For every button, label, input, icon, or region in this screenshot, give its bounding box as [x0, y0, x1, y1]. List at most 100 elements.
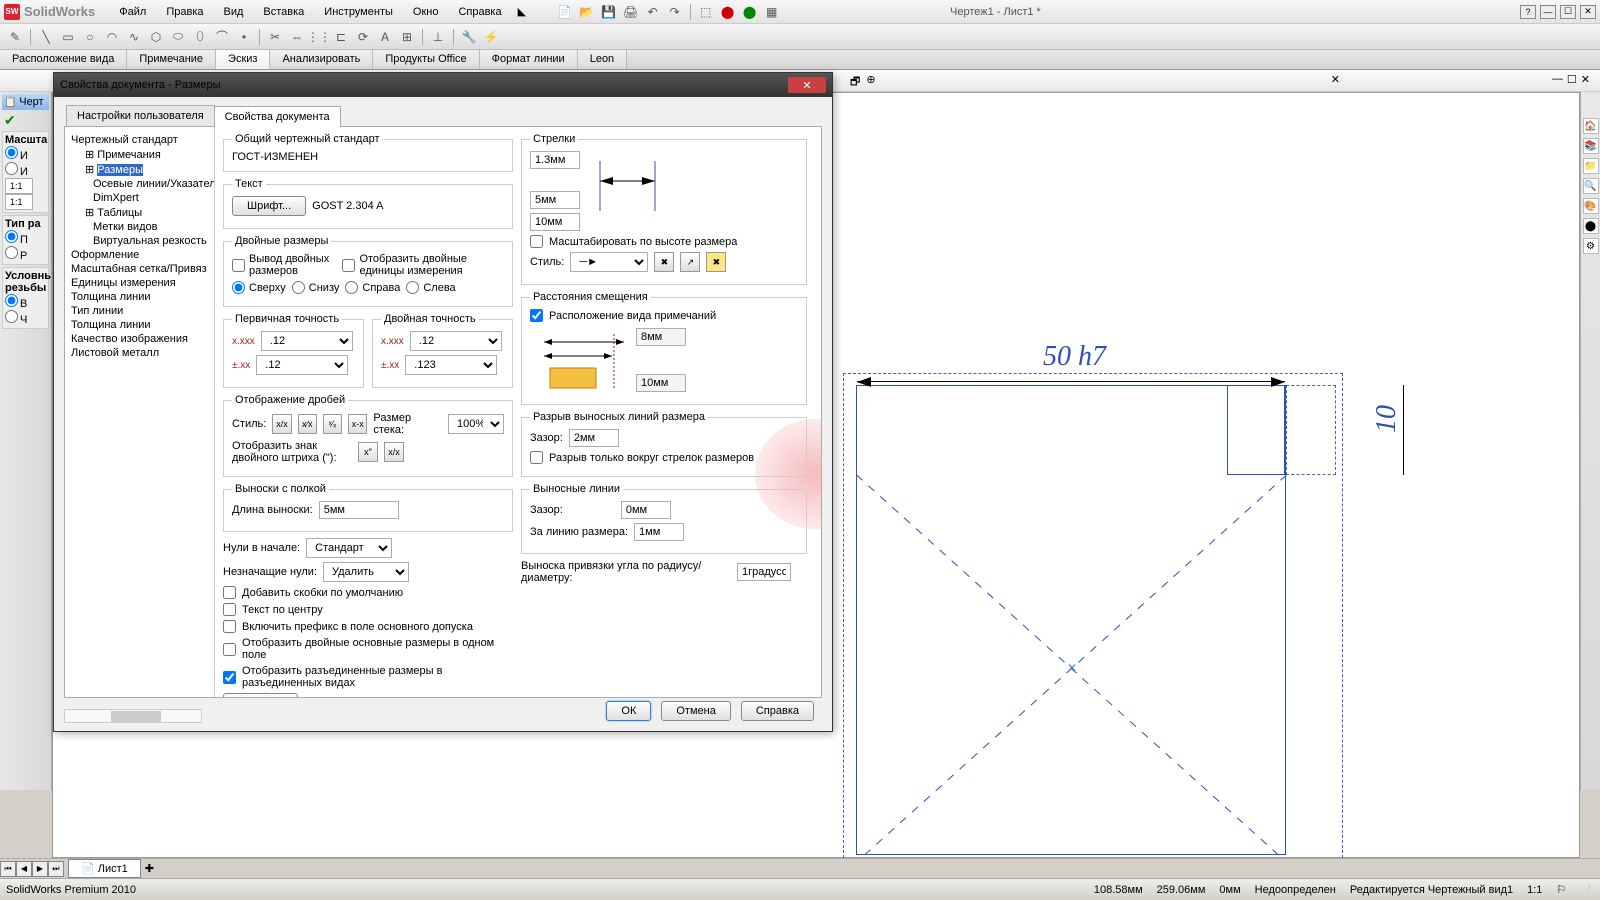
cb-dual-one[interactable]: Отобразить двойные основные размеры в од…: [223, 637, 513, 661]
quick-icon[interactable]: ⚡: [482, 28, 500, 46]
tree-dimxpert[interactable]: DimXpert: [65, 191, 214, 205]
draft-radio[interactable]: Ч: [5, 310, 46, 326]
menu-view[interactable]: Вид: [216, 3, 252, 21]
dual-units-cb[interactable]: Отобразить двойные единицы измерения: [342, 253, 504, 277]
appearance-icon[interactable]: ⬤: [1583, 218, 1599, 234]
arrow-opt3-icon[interactable]: ✖: [706, 252, 726, 272]
slot-icon[interactable]: ⬭: [169, 28, 187, 46]
tree-sheetmetal[interactable]: Листовой металл: [65, 346, 214, 360]
exit-sketch-icon[interactable]: ✎: [6, 28, 24, 46]
stack-select[interactable]: 100%: [448, 414, 504, 434]
undo-icon[interactable]: ↶: [644, 3, 662, 21]
tolerance-button[interactable]: Допуск...: [223, 693, 298, 697]
proj-radio[interactable]: П: [5, 230, 46, 246]
pos-right[interactable]: Справа: [345, 281, 400, 294]
pos-bottom[interactable]: Снизу: [292, 281, 340, 294]
dual-tol-select[interactable]: .123: [405, 355, 497, 375]
trail-zero-select[interactable]: Удалить: [323, 562, 409, 582]
tree-std[interactable]: Чертежный стандарт: [65, 133, 214, 147]
tab-doc-props[interactable]: Свойства документа: [214, 106, 341, 127]
rebuild-icon[interactable]: ⬤: [719, 3, 737, 21]
tab-evaluate[interactable]: Анализировать: [270, 50, 373, 69]
convert-icon[interactable]: ⟳: [354, 28, 372, 46]
repair-icon[interactable]: 🔧: [460, 28, 478, 46]
relation-icon[interactable]: ⊥: [429, 28, 447, 46]
ext-gap-input[interactable]: [621, 501, 671, 519]
text-icon[interactable]: A: [376, 28, 394, 46]
menu-file[interactable]: Файл: [111, 3, 154, 21]
status-flag-icon[interactable]: ⚐: [1556, 883, 1566, 896]
cb-split[interactable]: Отобразить разъединенные размеры в разъе…: [223, 665, 513, 689]
tree-detailing[interactable]: Оформление: [65, 248, 214, 262]
tree-linetype[interactable]: Тип линии: [65, 304, 214, 318]
spline-icon[interactable]: ∿: [125, 28, 143, 46]
tree-grid[interactable]: Масштабная сетка/Привяз: [65, 262, 214, 276]
break-gap-input[interactable]: [569, 429, 619, 447]
prev-icon[interactable]: ◀: [16, 861, 32, 877]
radial-input[interactable]: [737, 563, 791, 581]
cb-break-arrows[interactable]: Разрыв только вокруг стрелок размеров: [530, 451, 798, 464]
lead-zero-select[interactable]: Стандарт: [306, 538, 392, 558]
tab-lineformat[interactable]: Формат линии: [480, 50, 578, 69]
tree-imgqual[interactable]: Качество изображения: [65, 332, 214, 346]
status-help-icon[interactable]: ❔: [1580, 883, 1594, 896]
close-btn[interactable]: ✕: [1580, 5, 1596, 19]
arrow-opt1-icon[interactable]: ✖: [654, 252, 674, 272]
tab-annotate[interactable]: Примечание: [127, 50, 216, 69]
tree-linew1[interactable]: Толщина линии: [65, 290, 214, 304]
polygon-icon[interactable]: ⬡: [147, 28, 165, 46]
cb-scale-height[interactable]: Масштабировать по высоте размера: [530, 235, 798, 248]
prime2-icon[interactable]: x/x: [384, 442, 404, 462]
frac-style4-icon[interactable]: x-x: [348, 414, 367, 434]
view-shaded-icon[interactable]: 🗗: [850, 73, 860, 92]
arc-icon[interactable]: ◠: [103, 28, 121, 46]
dialog-close-icon[interactable]: ✕: [788, 77, 826, 93]
cb-center[interactable]: Текст по центру: [223, 603, 513, 616]
pos-left[interactable]: Слева: [406, 281, 455, 294]
trim-icon[interactable]: ✂: [266, 28, 284, 46]
ok-icon[interactable]: ✔: [4, 112, 47, 129]
ellipse-icon[interactable]: ⬯: [191, 28, 209, 46]
pos-top[interactable]: Сверху: [232, 281, 286, 294]
help-btn[interactable]: ?: [1520, 5, 1536, 19]
library-icon[interactable]: 📚: [1583, 138, 1599, 154]
redo-icon[interactable]: ↷: [666, 3, 684, 21]
ok-button[interactable]: ОК: [606, 701, 651, 721]
menu-edit[interactable]: Правка: [158, 3, 211, 21]
iso-radio2[interactable]: И: [5, 162, 46, 178]
custom-icon[interactable]: ⚙: [1583, 238, 1599, 254]
cancel-button[interactable]: Отмена: [661, 701, 730, 721]
pattern-icon[interactable]: ⋮⋮: [310, 28, 328, 46]
leader-len-input[interactable]: [319, 501, 399, 519]
arrow-2-input[interactable]: [530, 191, 580, 209]
settings-tree[interactable]: Чертежный стандарт ⊞ Примечания ⊞ Размер…: [65, 127, 215, 697]
tab-layout[interactable]: Расположение вида: [0, 50, 127, 69]
tree-viewlabels[interactable]: Метки видов: [65, 220, 214, 234]
sheet-tab[interactable]: 📄 Лист1: [68, 859, 141, 878]
tree-center[interactable]: Осевые линии/Указател: [65, 177, 214, 191]
tab-office[interactable]: Продукты Office: [373, 50, 479, 69]
real-radio[interactable]: Р: [5, 246, 46, 262]
cb-prefix[interactable]: Включить префикс в поле основного допуск…: [223, 620, 513, 633]
add-sheet-icon[interactable]: ✚: [145, 862, 154, 875]
fillet-icon[interactable]: ⌒: [213, 28, 231, 46]
search-icon[interactable]: 🔍: [1583, 178, 1599, 194]
tab-leon[interactable]: Leon: [578, 50, 627, 69]
print-icon[interactable]: 🖨: [622, 3, 640, 21]
frac-style3-icon[interactable]: ˣ⁄ₓ: [323, 414, 342, 434]
frac-style1-icon[interactable]: x/x: [272, 414, 291, 434]
prime1-icon[interactable]: x″: [358, 442, 378, 462]
prim-unit-select[interactable]: .12: [261, 331, 353, 351]
save-icon[interactable]: 💾: [600, 3, 618, 21]
dual-unit-select[interactable]: .12: [410, 331, 502, 351]
view-wire-icon[interactable]: ⊕: [866, 73, 875, 92]
cb-annotation-layout[interactable]: Расположение вида примечаний: [530, 309, 798, 322]
first-icon[interactable]: ⏮: [0, 861, 16, 877]
new-icon[interactable]: 📄: [556, 3, 574, 21]
menu-insert[interactable]: Вставка: [255, 3, 312, 21]
point-icon[interactable]: •: [235, 28, 253, 46]
font-button[interactable]: Шрифт...: [232, 196, 306, 216]
doc-close-icon[interactable]: ✕: [1581, 73, 1590, 86]
explorer-icon[interactable]: 📁: [1583, 158, 1599, 174]
menu-help[interactable]: Справка: [450, 3, 509, 21]
